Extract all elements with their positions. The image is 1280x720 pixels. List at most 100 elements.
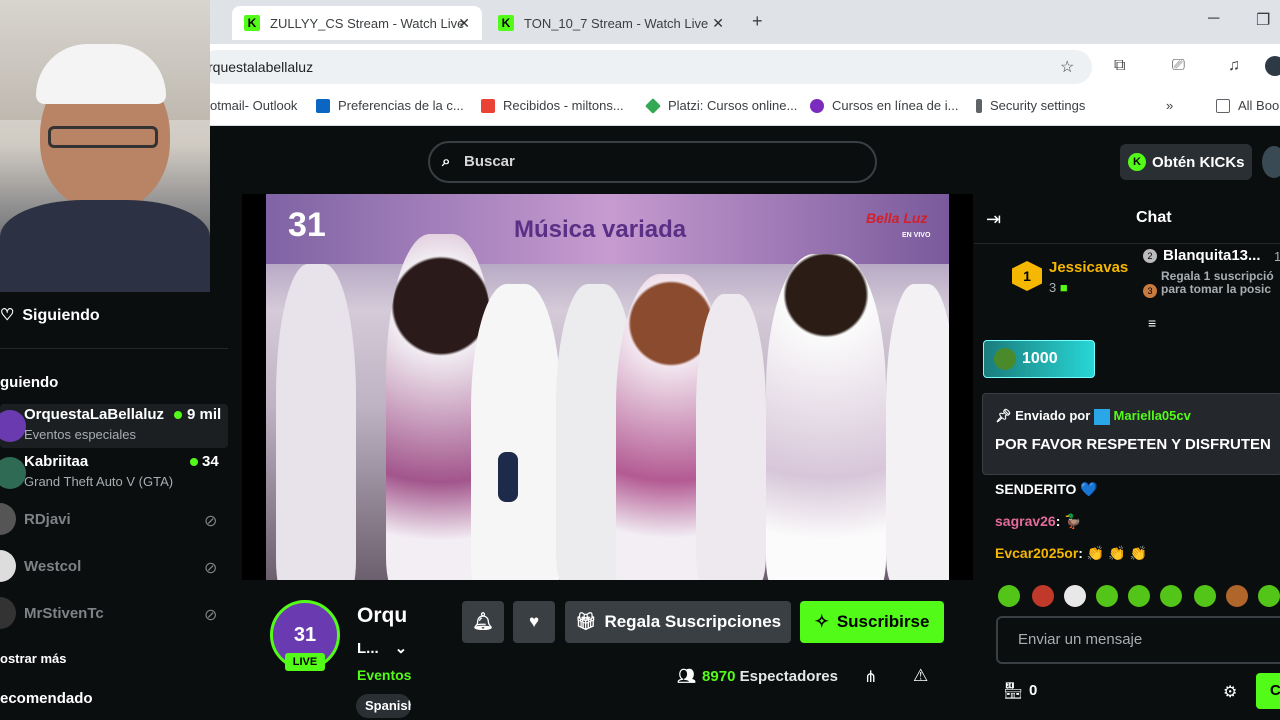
follow-heart-button[interactable]: ♥ — [513, 601, 555, 643]
notification-bell-button[interactable]: 🔔︎ — [462, 601, 504, 643]
viewer-count: 9 mil — [187, 406, 222, 423]
bookmark-item[interactable]: Cursos en línea de i... — [810, 98, 958, 113]
leader-name[interactable]: Blanquita13... — [1163, 247, 1261, 264]
bookmark-item[interactable]: Security settings — [976, 98, 1085, 113]
store-icon[interactable]: 🏪︎ — [1003, 681, 1023, 701]
search-placeholder: Buscar — [464, 153, 515, 170]
chat-input[interactable]: Enviar un mensaje — [996, 616, 1280, 664]
emote-icon[interactable] — [1258, 585, 1280, 607]
avatar — [0, 410, 26, 442]
sidebar-item-kabriitaa[interactable]: Kabriitaa Grand Theft Auto V (GTA) 34 — [0, 453, 228, 497]
kick-coin-icon: K — [1128, 153, 1146, 171]
bookmark-item[interactable]: Platzi: Cursos online... — [645, 97, 797, 114]
avatar — [0, 597, 16, 629]
video-overlay-title: Música variada — [514, 216, 687, 243]
channel-category: Grand Theft Auto V (GTA) — [24, 474, 174, 489]
emote-icon[interactable] — [1194, 585, 1216, 607]
emote-icon[interactable] — [1226, 585, 1248, 607]
stream-title: L... ⌄ — [357, 639, 407, 657]
kicks-pinned-gift[interactable]: 1000 — [983, 340, 1095, 378]
kick-favicon-icon: K — [498, 15, 514, 31]
video-brand-logo: Bella Luz — [866, 210, 928, 226]
url-field[interactable]: rquestalabellaluz — [200, 50, 1092, 84]
user-avatar[interactable] — [1262, 146, 1280, 178]
leader-name[interactable]: Jessicavas — [1049, 259, 1128, 276]
bookmark-item[interactable]: Preferencias de la c... — [316, 98, 464, 113]
browser-tab[interactable]: K ZULLYY_CS Stream - Watch Live ✕ — [232, 6, 482, 40]
chat-message: SENDERITO 💙 — [995, 481, 1098, 498]
performer-figure — [276, 264, 356, 580]
extensions-icon[interactable]: ⧉ — [1114, 57, 1125, 75]
emote-icon[interactable] — [998, 585, 1020, 607]
gift-label: Regala Suscripciones — [604, 612, 782, 631]
viewer-count: 34 — [202, 453, 219, 470]
chat-input-placeholder: Enviar un mensaje — [1018, 631, 1143, 648]
emote-icon[interactable] — [1064, 585, 1086, 607]
sidebar-item-westcol[interactable]: Westcol ⊘ — [0, 550, 228, 582]
search-input[interactable]: ⌕ Buscar — [428, 141, 877, 183]
gift-subscriptions-button[interactable]: 🎁︎ Regala Suscripciones — [565, 601, 791, 643]
emote-icon[interactable] — [1128, 585, 1150, 607]
get-kicks-button[interactable]: K Obtén KICKs — [1120, 144, 1252, 180]
bookmark-item[interactable]: otmail- Outlook — [210, 98, 297, 113]
new-tab-icon[interactable]: + — [752, 11, 763, 32]
stream-category-link[interactable]: Eventos — [357, 667, 411, 683]
security-icon — [976, 98, 982, 113]
maximize-icon[interactable]: ❐ — [1256, 10, 1270, 30]
webcam-shirt — [0, 200, 210, 292]
chevron-down-icon[interactable]: ⌄ — [395, 640, 408, 657]
show-more-link[interactable]: ostrar más — [0, 651, 66, 666]
minimize-icon[interactable]: ─ — [1208, 10, 1219, 28]
close-tab-icon[interactable]: ✕ — [712, 15, 724, 32]
collapse-chat-icon[interactable]: ⇥ — [986, 209, 1001, 230]
performer-figure — [886, 284, 949, 580]
pinned-text: POR FAVOR RESPETEN Y DISFRUTEN — [995, 436, 1271, 453]
course-icon — [810, 98, 824, 113]
platzi-icon — [645, 97, 661, 114]
chat-username[interactable]: sagrav26 — [995, 513, 1056, 529]
share-icon[interactable]: ⋔ — [864, 667, 877, 687]
live-dot-icon — [190, 458, 198, 466]
bookmark-label: Security settings — [990, 98, 1086, 113]
profile-avatar[interactable] — [1265, 56, 1280, 76]
language-tag[interactable]: Spanish — [356, 694, 411, 718]
emote-icon[interactable] — [1032, 585, 1054, 607]
avatar — [0, 503, 16, 535]
chat-username[interactable]: Evcar2025or — [995, 545, 1078, 561]
bookmark-label: otmail- Outlook — [210, 98, 298, 113]
bookmark-item[interactable]: Recibidos - miltons... — [481, 98, 624, 113]
browser-tab[interactable]: K TON_10_7 Stream - Watch Live ✕ — [486, 6, 736, 40]
close-tab-icon[interactable]: ✕ — [458, 15, 470, 32]
pin-icon: 📌︎ — [995, 408, 1012, 423]
bookmark-label: Recibidos - miltons... — [503, 98, 624, 113]
live-badge: LIVE — [285, 653, 325, 671]
viewers-label: Espectadores — [739, 668, 838, 685]
bookmark-item[interactable]: All Boo — [1216, 98, 1279, 113]
kicks-avatar-icon — [994, 348, 1016, 370]
emote-icon[interactable] — [1096, 585, 1118, 607]
chat-settings-gear-icon[interactable]: ⚙ — [1223, 682, 1237, 702]
media-icon[interactable]: ♫ — [1228, 57, 1240, 75]
chat-text: SENDERITO 💙 — [995, 481, 1098, 497]
gmail-icon — [481, 98, 495, 113]
sidebar-item-rdjavi[interactable]: RDjavi ⊘ — [0, 503, 228, 535]
sidebar-item-orquestalabellaluz[interactable]: OrquestaLaBellaluz Eventos especiales 9 … — [0, 404, 228, 448]
pinned-username[interactable]: Mariella05cv — [1114, 408, 1191, 423]
sidebar-item-mrstiventc[interactable]: MrStivenTc ⊘ — [0, 597, 228, 629]
emote-icon[interactable] — [1160, 585, 1182, 607]
subscribe-button[interactable]: ✧ Suscribirse — [800, 601, 944, 643]
offline-icon: ⊘ — [204, 560, 218, 577]
rank-3-badge-icon: 3 — [1143, 284, 1157, 298]
star-icon[interactable]: ☆ — [1060, 57, 1074, 77]
avatar-text: 31 — [293, 623, 317, 646]
video-player[interactable]: Música variada 31 Bella Luz EN VIVO — [242, 194, 973, 580]
channel-name-title[interactable]: Orqu — [357, 604, 407, 628]
cast-icon[interactable]: ⎚ — [1172, 57, 1185, 75]
channel-name: MrStivenTc — [24, 605, 104, 622]
report-icon[interactable]: ⚠ — [913, 666, 928, 686]
more-bookmarks-icon[interactable]: » — [1166, 98, 1173, 113]
performer-figure — [471, 284, 561, 580]
channel-name: RDjavi — [24, 511, 71, 528]
expand-leaderboard-icon[interactable]: ≡ — [1148, 315, 1156, 331]
chat-send-button[interactable]: C — [1256, 673, 1280, 709]
